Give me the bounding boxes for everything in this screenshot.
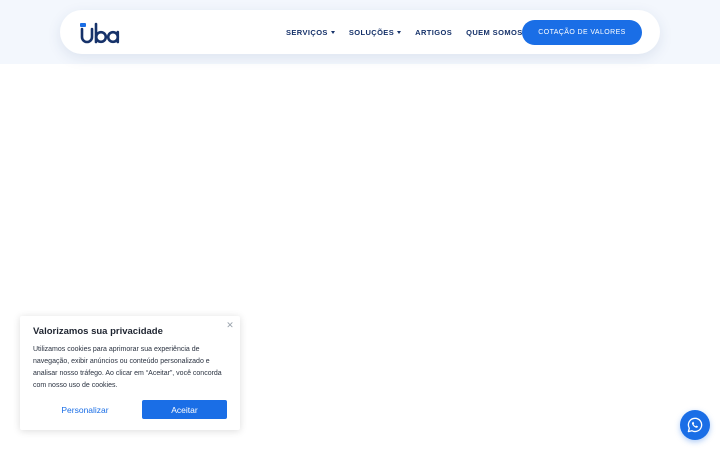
navbar: SERVIÇOS SOLUÇÕES ARTIGOS QUEM SOMOS COT… [60,10,660,54]
nav-item-label: SERVIÇOS [286,27,328,37]
cookie-text: Utilizamos cookies para aprimorar sua ex… [33,346,222,389]
nav-item-servicos[interactable]: SERVIÇOS [286,28,335,37]
main-nav: SERVIÇOS SOLUÇÕES ARTIGOS QUEM SOMOS [286,10,537,54]
cookie-consent-banner: ✕ Valorizamos sua privacidade Utilizamos… [20,316,240,430]
whatsapp-button[interactable] [680,410,710,440]
cookie-title: Valorizamos sua privacidade [33,326,163,337]
caret-down-icon [397,30,402,34]
close-icon[interactable]: ✕ [224,319,236,331]
whatsapp-icon [687,417,703,433]
uba-logo[interactable] [79,22,121,44]
nav-item-label: SOLUÇÕES [348,27,395,37]
nav-item-artigos[interactable]: ARTIGOS [415,28,452,37]
quote-cta-button[interactable]: COTAÇÃO DE VALORES [522,20,642,45]
nav-item-label: QUEM SOMOS [466,27,523,37]
nav-item-solucoes[interactable]: SOLUÇÕES [348,27,402,37]
accept-button[interactable]: Aceitar [142,400,227,419]
caret-down-icon [330,30,335,34]
customize-button[interactable]: Personalizar [33,400,137,419]
nav-item-label: ARTIGOS [415,27,453,37]
nav-item-quem-somos[interactable]: QUEM SOMOS [466,28,523,37]
